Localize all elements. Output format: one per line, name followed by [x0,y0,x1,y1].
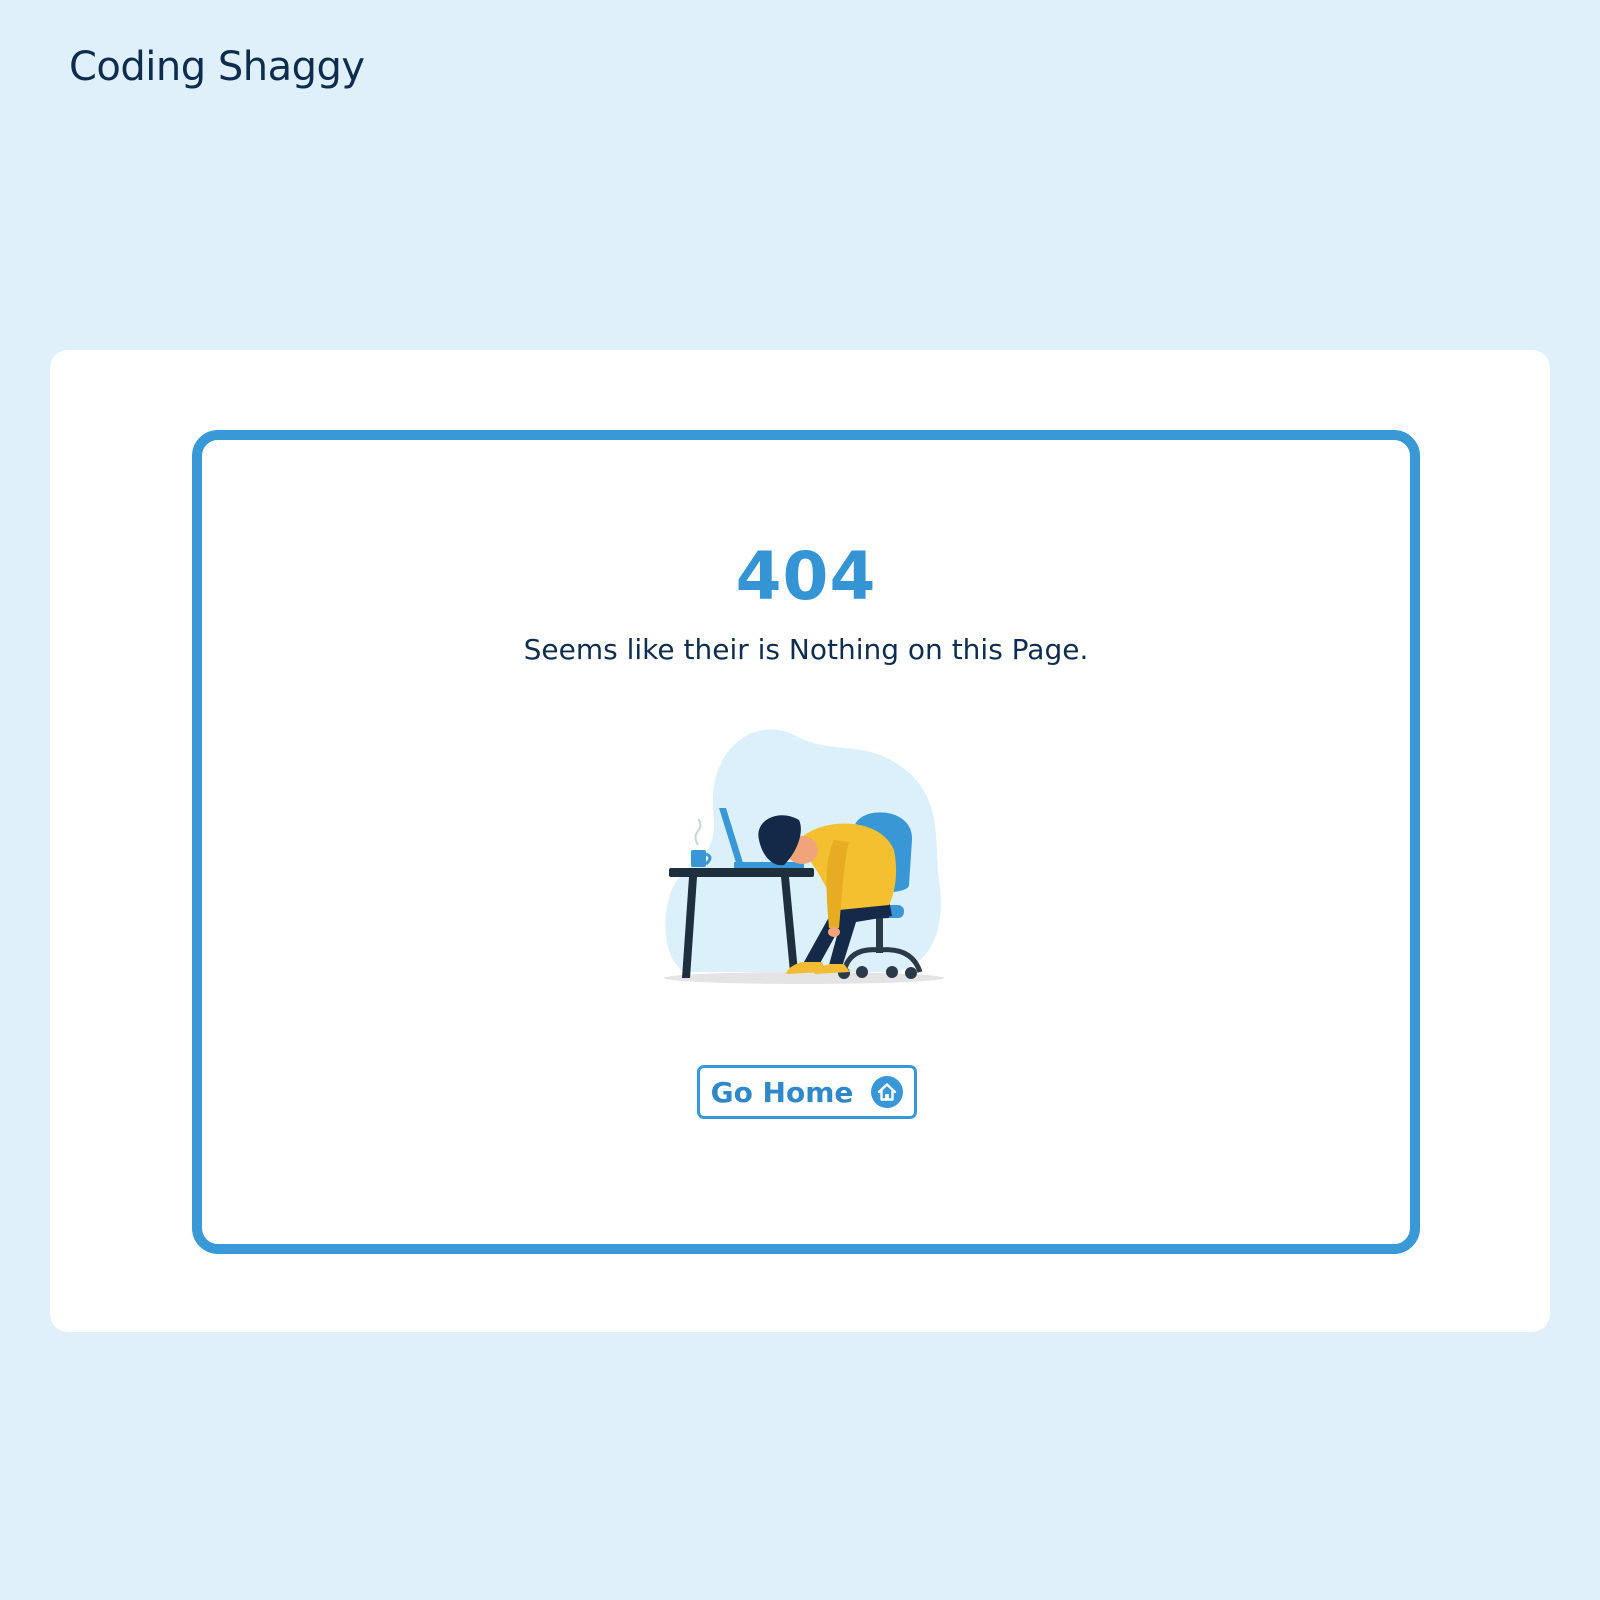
laptop-base [734,862,804,868]
error-code: 404 [735,538,877,615]
error-message: Seems like their is Nothing on this Page… [523,633,1089,666]
coffee-mug [691,850,706,867]
chair-wheel [886,966,898,978]
brand-logo-text[interactable]: Coding Shaggy [69,44,365,90]
illustration-svg [664,729,944,984]
tired-person-illustration [654,710,954,1010]
floor-shadow [664,972,944,984]
home-icon-svg [871,1076,904,1108]
chair-wheel [905,967,917,979]
go-home-button[interactable]: Go Home [697,1065,917,1119]
steam [694,818,702,846]
chair-wheel [856,966,868,978]
content-card: 404 Seems like their is Nothing on this … [50,350,1550,1332]
home-icon [871,1076,904,1108]
desk-top [669,868,814,877]
go-home-label: Go Home [710,1075,854,1109]
error-panel: 404 Seems like their is Nothing on this … [192,430,1420,1254]
person-hand [828,927,840,937]
